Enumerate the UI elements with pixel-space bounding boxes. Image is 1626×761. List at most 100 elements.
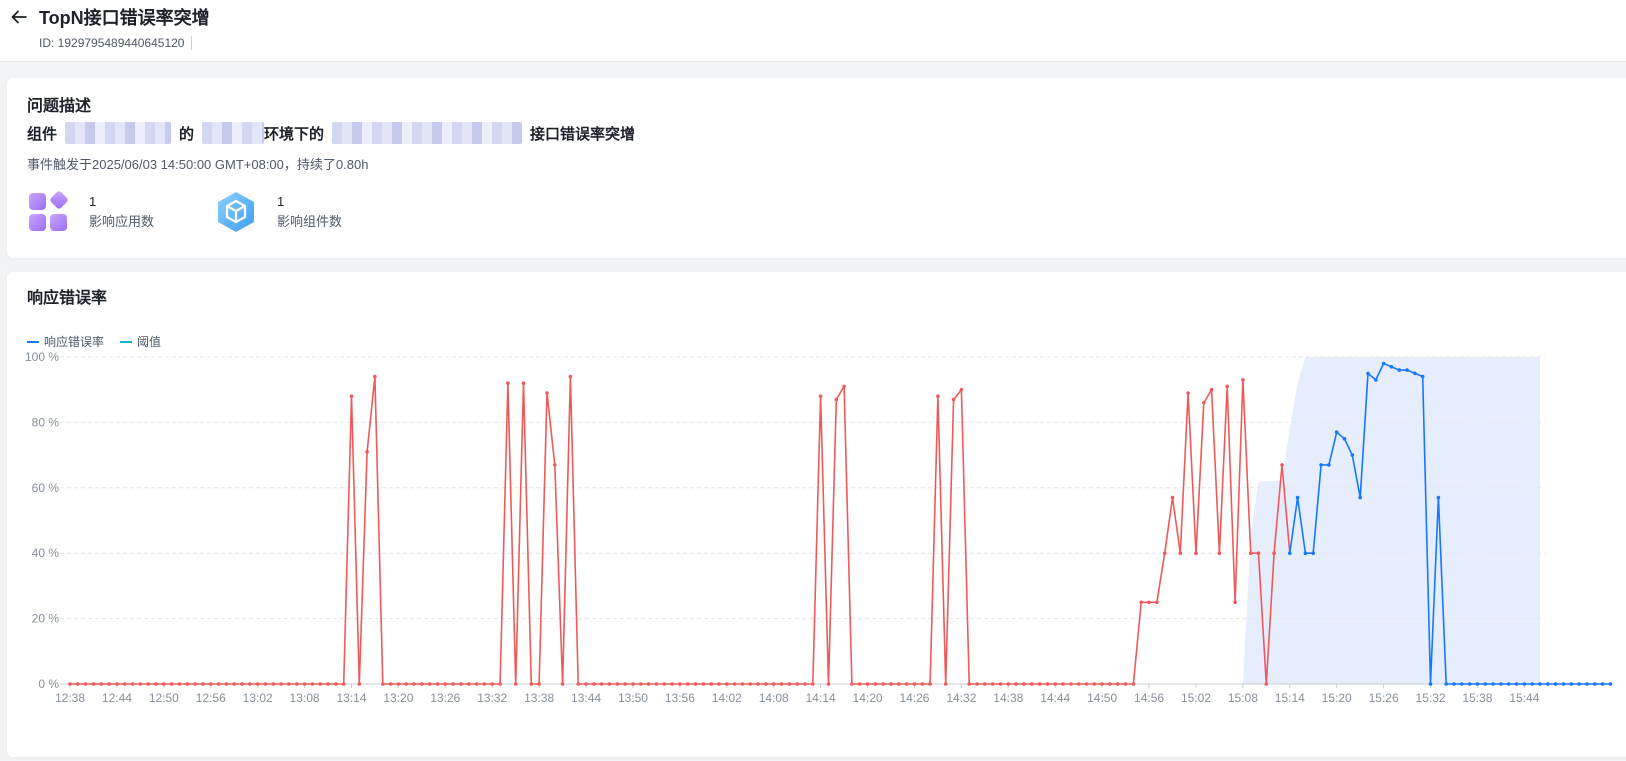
data-point: [1037, 682, 1042, 686]
data-point: [1272, 551, 1276, 555]
data-point: [1374, 378, 1378, 382]
data-point: [943, 682, 948, 686]
data-point: [1585, 682, 1589, 686]
data-point: [91, 682, 96, 686]
data-point: [842, 384, 846, 389]
data-point: [1342, 437, 1347, 441]
data-point: [1522, 682, 1527, 686]
data-point: [811, 682, 815, 686]
data-point: [623, 682, 627, 686]
data-point: [224, 682, 229, 686]
data-point: [68, 682, 72, 686]
id-divider: [191, 36, 192, 50]
data-point: [990, 682, 995, 686]
data-point: [881, 682, 885, 686]
data-point: [787, 682, 792, 686]
component-cube-icon: [218, 192, 254, 232]
x-tick-label: 13:08: [290, 691, 320, 705]
data-point: [287, 682, 291, 686]
data-point: [967, 682, 971, 686]
data-point: [154, 682, 158, 686]
x-tick-label: 14:26: [899, 691, 929, 705]
data-point: [1381, 361, 1386, 366]
data-point: [1483, 682, 1488, 686]
data-point: [334, 682, 338, 686]
data-point: [560, 682, 565, 686]
data-point: [1327, 463, 1331, 467]
data-point: [318, 682, 323, 686]
data-point: [1225, 384, 1229, 389]
data-point: [490, 682, 495, 686]
data-point: [115, 682, 119, 686]
x-tick-label: 15:14: [1275, 691, 1305, 705]
data-point: [498, 682, 502, 686]
error-rate-line-chart: 0 % 20 % 40 % 60 % 80 % 100 % 12:38 12:44 12:50 1…: [25, 350, 1613, 705]
data-point: [1084, 682, 1089, 686]
data-point: [169, 682, 174, 686]
data-point: [1530, 682, 1534, 686]
data-point: [451, 682, 455, 686]
data-point: [271, 682, 276, 686]
data-point: [662, 682, 667, 686]
data-point: [599, 682, 604, 686]
data-point: [1170, 495, 1175, 500]
data-point: [122, 682, 127, 686]
data-point: [1444, 682, 1448, 686]
data-point: [365, 450, 369, 454]
data-point: [474, 682, 479, 686]
data-point: [1108, 682, 1112, 686]
data-point: [1092, 682, 1097, 686]
data-point: [326, 682, 330, 686]
data-point: [263, 682, 268, 686]
data-point: [678, 682, 682, 686]
data-point: [1467, 682, 1472, 686]
data-point: [1248, 551, 1253, 555]
data-point: [904, 682, 909, 686]
data-point: [177, 682, 182, 686]
data-point: [740, 682, 745, 686]
data-point: [748, 682, 753, 686]
data-point: [1241, 378, 1245, 382]
data-point: [1413, 371, 1417, 376]
data-point: [349, 394, 354, 398]
data-point: [1350, 453, 1355, 457]
data-point: [709, 682, 713, 686]
problem-section-title: 问题描述: [27, 98, 92, 115]
data-point: [725, 682, 729, 686]
data-point: [795, 682, 799, 686]
data-point: [1319, 463, 1323, 467]
error-rate-card: 响应错误率 响应错误率 阈值 0 % 20 % 40 % 60 % 80 % 100 % 1…: [7, 272, 1626, 757]
data-point: [1014, 682, 1018, 686]
data-point: [568, 374, 573, 379]
x-tick-label: 15:02: [1181, 691, 1211, 705]
data-point: [865, 682, 870, 686]
data-point: [592, 682, 596, 686]
data-point: [1209, 387, 1214, 392]
data-point: [764, 682, 768, 686]
data-point: [146, 682, 150, 686]
x-tick-label: 13:44: [571, 691, 601, 705]
data-point: [1202, 401, 1206, 405]
data-point: [576, 682, 580, 686]
affected-components-stat: 1 影响组件数: [215, 191, 342, 233]
data-point: [435, 682, 440, 686]
data-point: [1436, 495, 1441, 500]
page-title: TopN接口错误率突增: [39, 8, 210, 28]
data-point: [381, 682, 385, 686]
data-point: [529, 682, 534, 686]
data-point: [1561, 682, 1566, 686]
data-point: [1608, 682, 1613, 686]
data-point: [607, 682, 612, 686]
data-point: [1076, 682, 1081, 686]
back-arrow-icon[interactable]: [8, 6, 30, 28]
desc-suffix: 接口错误率突增: [530, 125, 636, 143]
data-point: [889, 682, 893, 686]
data-point: [467, 682, 471, 686]
x-tick-label: 13:20: [383, 691, 413, 705]
data-point: [216, 682, 221, 686]
x-tick-label: 14:14: [806, 691, 836, 705]
data-point: [521, 381, 526, 385]
y-tick-label: 60 %: [32, 481, 60, 495]
data-point: [1303, 551, 1308, 555]
x-tick-label: 14:50: [1087, 691, 1117, 705]
